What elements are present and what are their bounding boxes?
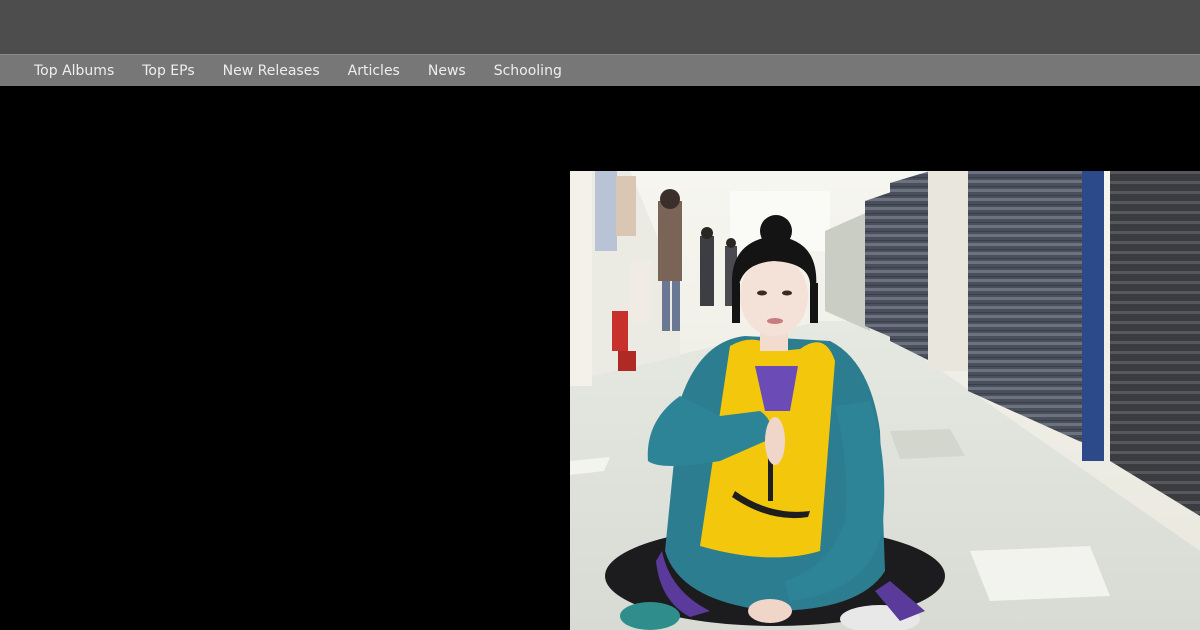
nav-item-articles[interactable]: Articles [334,56,414,86]
nav-item-top-albums[interactable]: Top Albums [20,56,128,86]
top-header-bar [0,0,1200,54]
main-navigation: Top Albums Top EPs New Releases Articles… [0,54,1200,86]
nav-item-new-releases[interactable]: New Releases [209,56,334,86]
hero-photo [570,171,1200,630]
nav-item-news[interactable]: News [414,56,480,86]
nav-item-top-eps[interactable]: Top EPs [128,56,208,86]
nav-item-schooling[interactable]: Schooling [480,56,576,86]
